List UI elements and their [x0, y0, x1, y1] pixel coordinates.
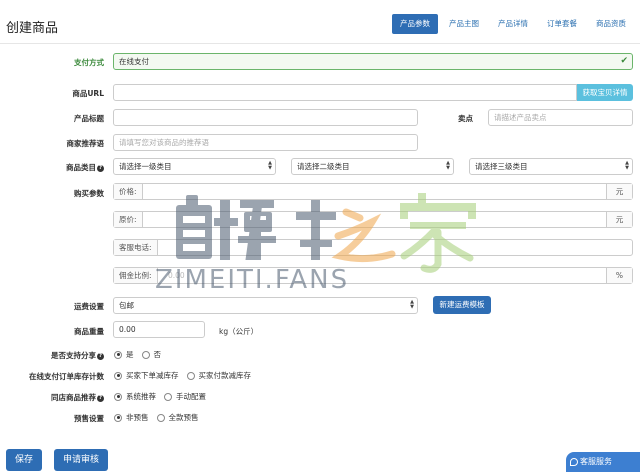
category-level2-select[interactable]: 请选择二级类目 ▲ ▼	[291, 158, 454, 175]
stock-count-label: 在线支付订单库存计数	[29, 372, 104, 381]
tab-product-detail[interactable]: 产品详情	[490, 14, 536, 34]
recommend-option-system-label: 系统推荐	[126, 392, 156, 401]
select-arrows-icon: ▲ ▼	[625, 160, 629, 171]
category-level1-select[interactable]: 请选择一级类目 ▲ ▼	[113, 158, 276, 175]
share-radio-group: 是 否	[114, 349, 169, 360]
product-title-input[interactable]	[113, 109, 418, 126]
pay-method-label: 支付方式	[74, 58, 104, 67]
presale-radio-group: 非预售 全款预售	[114, 412, 207, 423]
select-arrows-icon: ▲ ▼	[410, 299, 414, 310]
share-option-yes[interactable]: 是	[114, 349, 134, 360]
tab-product-qualification[interactable]: 商品资质	[588, 14, 634, 34]
radio-icon	[114, 392, 122, 401]
shipping-value: 包邮	[119, 301, 134, 310]
fetch-detail-button[interactable]: 获取宝贝详情	[577, 84, 633, 101]
save-button[interactable]: 保存	[6, 449, 42, 471]
radio-icon	[114, 350, 122, 359]
same-shop-recommend-label: 同店商品推荐?	[51, 393, 104, 402]
presale-label: 预售设置	[74, 414, 104, 423]
watermark-char-5	[400, 193, 476, 273]
recommend-label: 商家推荐语	[66, 139, 105, 148]
tab-product-main-image[interactable]: 产品主图	[441, 14, 487, 34]
price-input-group[interactable]: 价格: 元	[113, 183, 633, 200]
category-label: 商品类目?	[66, 163, 104, 172]
header-divider	[0, 43, 640, 44]
stock-option-payment-label: 买家付款减库存	[198, 371, 252, 380]
recommend-option-system[interactable]: 系统推荐	[114, 391, 156, 402]
stock-option-payment[interactable]: 买家付款减库存	[186, 370, 252, 381]
commission-value: 0.00	[168, 271, 185, 280]
share-option-no-label: 否	[153, 350, 162, 359]
top-tabs: 产品参数 产品主图 产品详情 订单套餐 商品资质	[392, 14, 634, 34]
recommend-input[interactable]: 请填写您对该商品的推荐语	[113, 134, 418, 151]
share-option-no[interactable]: 否	[141, 349, 162, 360]
radio-icon	[186, 371, 195, 380]
tab-product-params[interactable]: 产品参数	[392, 14, 438, 34]
check-icon: ✔	[620, 56, 628, 66]
category-level3-select[interactable]: 请选择三级类目 ▲ ▼	[469, 158, 633, 175]
original-price-label: 原价:	[114, 212, 143, 227]
new-shipping-template-button[interactable]: 新建运费模板	[433, 296, 491, 314]
shipping-label: 运费设置	[74, 302, 104, 311]
commission-label: 佣金比例:	[114, 268, 158, 283]
product-title-label: 产品标题	[74, 114, 104, 123]
weight-input[interactable]: 0.00	[113, 321, 205, 338]
original-price-input-group[interactable]: 原价: 元	[113, 211, 633, 228]
customer-service-button[interactable]: 客服服务	[566, 452, 640, 472]
service-phone-label: 客服电话:	[114, 240, 158, 255]
radio-icon	[114, 371, 122, 380]
stock-option-order-label: 买家下单减库存	[126, 371, 179, 380]
product-url-input[interactable]	[113, 84, 577, 101]
radio-icon	[164, 392, 172, 401]
selling-point-label: 卖点	[458, 114, 473, 123]
recommend-option-manual[interactable]: 手动配置	[164, 391, 206, 402]
selling-point-input[interactable]: 请描述产品卖点	[488, 109, 633, 126]
category-level3-value: 请选择三级类目	[475, 162, 528, 171]
price-unit: 元	[606, 184, 632, 199]
stock-count-radio-group: 买家下单减库存 买家付款减库存	[114, 370, 259, 381]
price-label: 价格:	[114, 184, 143, 199]
original-price-unit: 元	[606, 212, 632, 227]
commission-unit: %	[606, 268, 632, 283]
product-url-label: 商品URL	[72, 89, 104, 98]
recommend-option-manual-label: 手动配置	[176, 392, 206, 401]
commission-input-group[interactable]: 佣金比例: 0.00 %	[113, 267, 633, 284]
service-phone-input-group[interactable]: 客服电话:	[113, 239, 633, 256]
pay-method-value: 在线支付	[119, 57, 149, 66]
presale-option-none-label: 非预售	[126, 413, 149, 422]
select-arrows-icon: ▲ ▼	[268, 160, 272, 171]
radio-icon	[141, 350, 150, 359]
stock-option-order[interactable]: 买家下单减库存	[114, 370, 179, 381]
presale-option-full[interactable]: 全款预售	[156, 412, 199, 423]
presale-option-none[interactable]: 非预售	[114, 412, 149, 423]
customer-service-label: 客服服务	[580, 457, 612, 466]
pay-method-field[interactable]: 在线支付 ✔	[113, 53, 633, 70]
radio-icon	[156, 413, 165, 422]
purchase-params-label: 购买参数	[74, 189, 104, 198]
same-shop-radio-group: 系统推荐 手动配置	[114, 391, 214, 402]
shipping-select[interactable]: 包邮 ▲ ▼	[113, 297, 418, 314]
category-level2-value: 请选择二级类目	[297, 162, 350, 171]
radio-icon	[114, 413, 122, 422]
help-icon: ?	[97, 395, 104, 402]
presale-option-full-label: 全款预售	[168, 413, 199, 422]
tab-order-package[interactable]: 订单套餐	[539, 14, 585, 34]
help-icon: ?	[97, 353, 104, 360]
chat-icon	[570, 458, 578, 466]
category-level1-value: 请选择一级类目	[119, 162, 172, 171]
weight-unit: kg（公斤）	[219, 327, 259, 336]
help-icon: ?	[97, 165, 104, 172]
share-label: 是否支持分享?	[51, 351, 104, 360]
share-option-yes-label: 是	[126, 350, 134, 359]
page-title: 创建商品	[6, 21, 59, 36]
weight-label: 商品重量	[74, 327, 104, 336]
submit-review-button[interactable]: 申请审核	[54, 449, 108, 471]
select-arrows-icon: ▲ ▼	[446, 160, 450, 171]
